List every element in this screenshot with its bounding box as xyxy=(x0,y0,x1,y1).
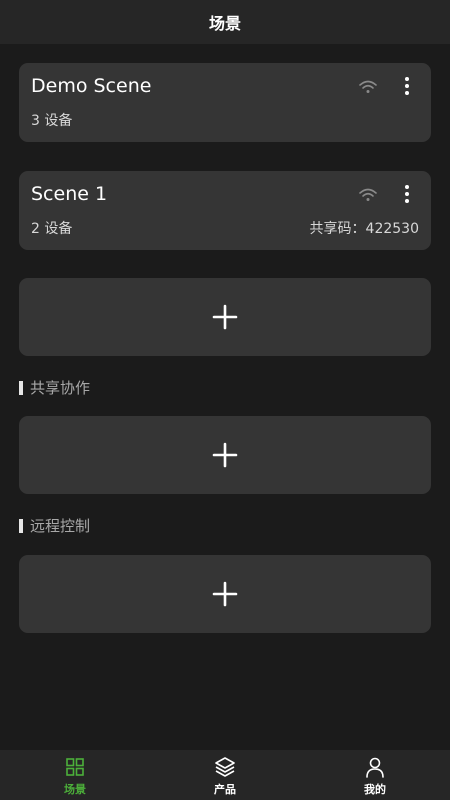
section-remote: 远程控制 xyxy=(19,515,90,536)
scene-name: Scene 1 xyxy=(31,183,108,205)
section-title: 共享协作 xyxy=(30,379,91,397)
tab-label: 场景 xyxy=(64,782,86,796)
plus-icon xyxy=(212,581,238,607)
scene-card-scene-1[interactable]: Scene 1 2 设备 共享码：422530 xyxy=(19,171,431,250)
add-scene-button[interactable] xyxy=(19,278,431,356)
grid-icon xyxy=(66,757,84,776)
tab-products[interactable]: 产品 xyxy=(150,750,300,800)
layers-icon xyxy=(215,756,235,777)
wifi-icon xyxy=(359,188,377,201)
scene-name: Demo Scene xyxy=(31,75,152,97)
share-code: 共享码：422530 xyxy=(310,218,419,238)
more-vertical-icon[interactable] xyxy=(400,184,414,204)
section-shared: 共享协作 xyxy=(19,377,90,398)
more-vertical-icon[interactable] xyxy=(400,76,414,96)
page-title: 场景 xyxy=(208,14,241,33)
share-code-value: 422530 xyxy=(365,221,419,237)
plus-icon xyxy=(212,442,238,468)
section-marker xyxy=(19,518,23,533)
scene-card-demo[interactable]: Demo Scene 3 设备 xyxy=(19,63,431,142)
plus-icon xyxy=(212,304,238,330)
tab-label: 产品 xyxy=(214,782,236,796)
person-icon xyxy=(366,757,384,778)
section-title: 远程控制 xyxy=(30,517,91,535)
add-shared-button[interactable] xyxy=(19,416,431,494)
add-remote-button[interactable] xyxy=(19,555,431,633)
scene-device-count: 3 设备 xyxy=(31,113,73,129)
tab-mine[interactable]: 我的 xyxy=(300,750,450,800)
wifi-icon xyxy=(359,80,377,93)
scene-device-count: 2 设备 xyxy=(31,221,73,237)
share-code-label: 共享码： xyxy=(309,221,366,237)
bottom-tab-bar: 场景 产品 我的 xyxy=(0,750,450,800)
tab-scenes[interactable]: 场景 xyxy=(0,750,150,800)
tab-label: 我的 xyxy=(364,782,386,796)
section-marker xyxy=(19,380,23,395)
app-header: 场景 xyxy=(0,0,450,44)
